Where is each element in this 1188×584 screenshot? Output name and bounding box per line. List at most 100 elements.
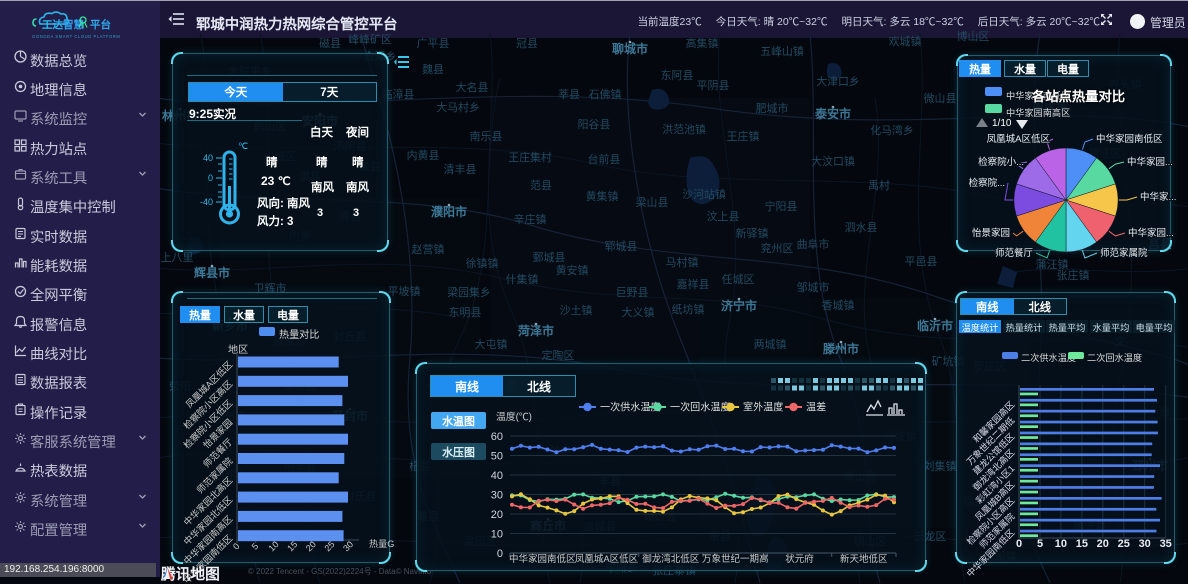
svg-text:万象世纪一期高: 万象世纪一期高 (702, 553, 769, 565)
svg-text:济宁市: 济宁市 (721, 298, 757, 313)
svg-text:温差: 温差 (806, 401, 826, 414)
svg-text:-40: -40 (200, 197, 213, 207)
svg-text:肥城市: 肥城市 (756, 101, 789, 115)
svg-text:沙土镇: 沙土镇 (560, 303, 593, 317)
svg-text:泗水县: 泗水县 (845, 221, 878, 234)
svg-text:状元府: 状元府 (785, 553, 814, 565)
svg-text:30: 30 (341, 539, 355, 553)
svg-text:50: 50 (491, 451, 503, 463)
svg-text:邹城市: 邹城市 (797, 280, 830, 294)
svg-text:平阴县: 平阴县 (697, 79, 730, 92)
svg-text:大名县: 大名县 (456, 80, 489, 94)
svg-text:中华家园南低区: 中华家园南低区 (1096, 133, 1163, 145)
svg-text:大汶口镇: 大汶口镇 (811, 154, 855, 168)
svg-text:20: 20 (491, 509, 503, 521)
svg-text:热量G: 热量G (369, 538, 394, 549)
svg-text:梁园集乡: 梁园集乡 (447, 285, 491, 299)
svg-text:15: 15 (285, 539, 299, 553)
svg-text:℃: ℃ (238, 141, 248, 151)
svg-text:菏泽市: 菏泽市 (518, 323, 554, 338)
svg-text:大津口乡: 大津口乡 (816, 74, 860, 88)
svg-text:大马村乡: 大马村乡 (436, 100, 480, 114)
svg-text:检察院...: 检察院... (969, 177, 1005, 189)
svg-text:中华家...: 中华家... (1140, 191, 1176, 203)
svg-text:GONGDA SMART CLOUD PLATFORM: GONGDA SMART CLOUD PLATFORM (32, 34, 120, 39)
svg-text:巨野县: 巨野县 (616, 286, 649, 299)
svg-text:25: 25 (1118, 538, 1130, 550)
svg-text:王庄集村: 王庄集村 (508, 150, 552, 164)
svg-text:蒲汪镇: 蒲汪镇 (1036, 257, 1069, 271)
svg-text:张庄镇: 张庄镇 (1057, 268, 1090, 282)
svg-text:欢城镇: 欢城镇 (889, 34, 922, 48)
svg-text:中华家园...: 中华家园... (1128, 227, 1174, 239)
svg-text:阳谷县: 阳谷县 (578, 118, 611, 131)
svg-text:王庄镇: 王庄镇 (727, 129, 760, 143)
svg-text:温度(℃): 温度(℃) (496, 410, 532, 423)
svg-text:郓城县: 郓城县 (605, 240, 638, 253)
svg-text:上八里: 上八里 (161, 251, 194, 264)
svg-text:5: 5 (250, 541, 261, 552)
svg-text:0: 0 (497, 548, 503, 560)
svg-text:黄集镇: 黄集镇 (586, 189, 619, 203)
svg-text:峰峰矿区: 峰峰矿区 (348, 33, 392, 46)
svg-text:大义镇: 大义镇 (622, 305, 655, 319)
svg-text:师范餐厅: 师范餐厅 (995, 247, 1034, 259)
svg-text:五峰山镇: 五峰山镇 (760, 44, 804, 58)
svg-text:怡景家园: 怡景家园 (972, 227, 1010, 239)
svg-text:30: 30 (491, 490, 503, 502)
svg-text:5: 5 (1037, 538, 1043, 550)
svg-text:魏县: 魏县 (422, 62, 444, 76)
svg-text:化马湾乡: 化马湾乡 (870, 123, 914, 137)
svg-text:莘县: 莘县 (558, 87, 580, 101)
svg-text:40: 40 (203, 153, 213, 163)
svg-text:东明县: 东明县 (449, 306, 482, 319)
svg-text:纸坊镇: 纸坊镇 (672, 302, 705, 316)
svg-text:10: 10 (491, 529, 503, 541)
svg-text:平坡镇: 平坡镇 (388, 284, 421, 298)
svg-text:60: 60 (491, 431, 503, 443)
svg-text:磁县: 磁县 (319, 37, 341, 50)
svg-text:大屯镇: 大屯镇 (475, 337, 508, 351)
svg-text:徐镇镇: 徐镇镇 (466, 256, 499, 270)
svg-text:凤凰城A区低区: 凤凰城A区低区 (987, 133, 1051, 145)
svg-text:10: 10 (1055, 538, 1067, 550)
svg-text:中华家园...: 中华家园... (1127, 156, 1173, 168)
svg-text:广平县: 广平县 (417, 37, 450, 50)
svg-text:滕州市: 滕州市 (823, 341, 859, 356)
svg-text:定陶区: 定陶区 (542, 348, 575, 362)
svg-text:御龙湾北低区: 御龙湾北低区 (642, 553, 700, 565)
svg-text:新天地低区: 新天地低区 (840, 553, 888, 565)
svg-text:博山区: 博山区 (957, 30, 990, 43)
svg-text:沙河站镇: 沙河站镇 (682, 187, 726, 201)
svg-text:汶上县: 汶上县 (707, 209, 740, 223)
svg-text:室外温度: 室外温度 (743, 401, 783, 414)
svg-text:曲阜市: 曲阜市 (797, 237, 830, 251)
svg-text:禹村: 禹村 (868, 178, 890, 192)
svg-text:东阿县: 东阿县 (661, 69, 694, 82)
svg-text:兖州区: 兖州区 (761, 241, 794, 255)
svg-text:平邑县: 平邑县 (905, 255, 938, 268)
svg-text:南乐县: 南乐县 (470, 130, 503, 143)
svg-text:0: 0 (231, 541, 242, 552)
svg-text:黄安镇: 黄安镇 (556, 263, 589, 277)
svg-text:洪范池镇: 洪范池镇 (662, 122, 706, 136)
svg-text:微山县: 微山县 (924, 91, 957, 105)
svg-text:检察院小...: 检察院小... (978, 156, 1024, 168)
svg-text:35: 35 (1160, 538, 1172, 550)
svg-text:0: 0 (1016, 538, 1022, 550)
svg-text:香城镇: 香城镇 (822, 298, 855, 312)
svg-text:新驿镇: 新驿镇 (736, 226, 769, 240)
svg-text:20: 20 (304, 539, 318, 553)
svg-text:凤凰城A区低区: 凤凰城A区低区 (575, 553, 639, 565)
svg-text:清丰县: 清丰县 (444, 163, 477, 176)
svg-text:内黄县: 内黄县 (407, 148, 440, 162)
svg-text:聊城市: 聊城市 (612, 41, 648, 56)
svg-text:什集镇: 什集镇 (506, 272, 539, 286)
svg-text:0: 0 (208, 173, 213, 183)
svg-text:台前县: 台前县 (588, 152, 621, 166)
svg-text:冠县: 冠县 (516, 37, 538, 50)
svg-text:任城区: 任城区 (722, 273, 755, 286)
svg-text:濮阳市: 濮阳市 (431, 204, 467, 219)
svg-text:泰安市: 泰安市 (814, 106, 851, 121)
svg-text:马村镇: 马村镇 (666, 255, 699, 269)
